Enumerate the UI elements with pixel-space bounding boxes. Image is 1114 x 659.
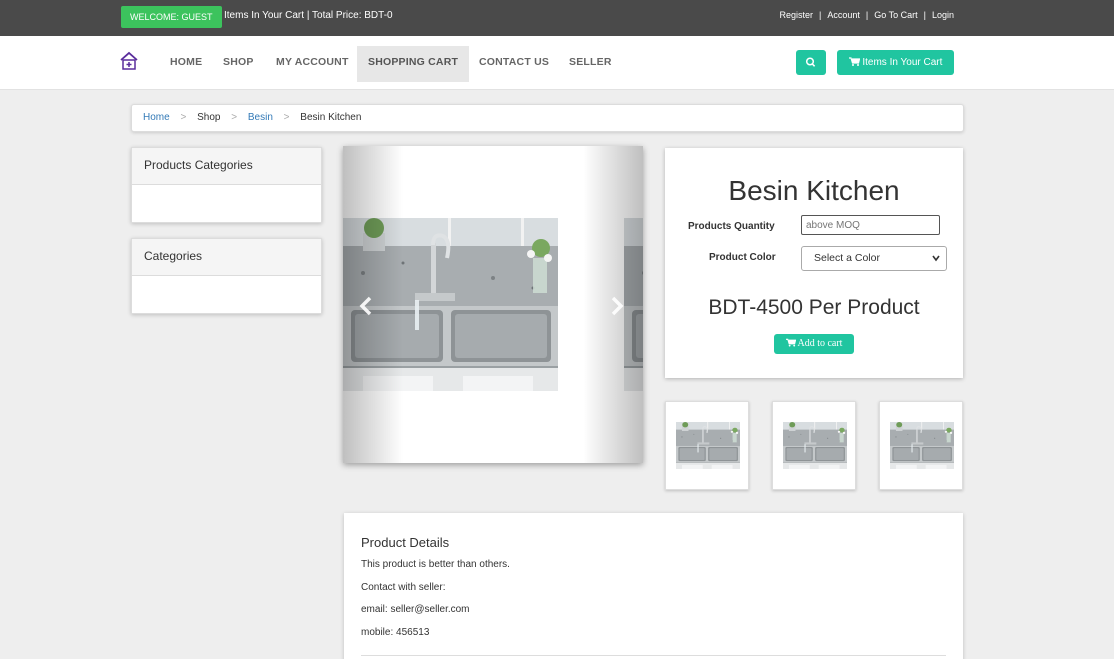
color-select[interactable]: Select a Color bbox=[801, 246, 947, 271]
nav-contact-us[interactable]: CONTACT US bbox=[479, 46, 549, 82]
home-icon[interactable] bbox=[119, 51, 139, 71]
welcome-badge: WELCOME: GUEST bbox=[121, 6, 222, 28]
cart-button[interactable]: Items In Your Cart bbox=[837, 50, 954, 75]
top-bar: WELCOME: GUEST Items In Your Cart | Tota… bbox=[0, 0, 1114, 36]
quantity-input[interactable] bbox=[801, 215, 940, 235]
cart-icon bbox=[785, 338, 798, 349]
product-carousel bbox=[343, 146, 643, 463]
top-link-separator: | bbox=[923, 10, 926, 20]
product-title: Besin Kitchen bbox=[728, 175, 900, 206]
top-link-separator: | bbox=[865, 10, 869, 20]
cart-button-label: Items In Your Cart bbox=[862, 57, 943, 68]
chevron-right-icon[interactable] bbox=[610, 296, 624, 322]
breadcrumb-besin[interactable]: Besin bbox=[248, 112, 273, 123]
details-contact-label: Contact with seller: bbox=[361, 582, 446, 593]
details-mobile: mobile: 456513 bbox=[361, 627, 430, 638]
thumbnail-image bbox=[783, 422, 847, 469]
product-details-panel: Product Details This product is better t… bbox=[344, 513, 963, 659]
main-navbar: HOME SHOP MY ACCOUNT SHOPPING CART CONTA… bbox=[0, 36, 1114, 90]
breadcrumb-separator: > bbox=[283, 112, 290, 123]
breadcrumb: Home > Shop > Besin > Besin Kitchen bbox=[131, 104, 964, 132]
search-icon bbox=[796, 57, 826, 79]
nav-shop[interactable]: SHOP bbox=[223, 46, 254, 82]
carousel-shade-left bbox=[343, 146, 403, 463]
go-to-cart-link[interactable]: Go To Cart bbox=[874, 10, 917, 20]
chevron-down-icon bbox=[931, 247, 941, 279]
thumbnail-image bbox=[676, 422, 740, 469]
breadcrumb-home[interactable]: Home bbox=[143, 112, 170, 123]
product-info-box: Besin Kitchen Products Quantity Product … bbox=[665, 148, 963, 378]
top-link-separator: | bbox=[819, 10, 822, 20]
add-to-cart-label: Add to cart bbox=[797, 338, 843, 349]
color-select-value: Select a Color bbox=[814, 252, 880, 264]
categories-panel: Categories bbox=[131, 238, 322, 314]
add-to-cart-button[interactable]: Add to cart bbox=[774, 334, 854, 354]
breadcrumb-shop[interactable]: Shop bbox=[197, 112, 220, 123]
register-link[interactable]: Register bbox=[780, 10, 814, 20]
quantity-label: Products Quantity bbox=[688, 221, 775, 232]
details-description: This product is better than others. bbox=[361, 559, 510, 570]
breadcrumb-current: Besin Kitchen bbox=[300, 112, 362, 123]
panel-heading: Categories bbox=[132, 239, 321, 276]
product-thumbnail[interactable] bbox=[772, 401, 856, 490]
details-email: email: seller@seller.com bbox=[361, 604, 470, 615]
products-categories-panel: Products Categories bbox=[131, 147, 322, 223]
account-link[interactable]: Account bbox=[827, 10, 860, 20]
panel-heading: Products Categories bbox=[132, 148, 321, 185]
nav-my-account[interactable]: MY ACCOUNT bbox=[276, 46, 349, 82]
product-price: BDT-4500 Per Product bbox=[708, 296, 920, 319]
chevron-left-icon[interactable] bbox=[359, 296, 373, 322]
nav-shopping-cart[interactable]: SHOPPING CART bbox=[357, 46, 470, 82]
cart-icon bbox=[848, 57, 863, 68]
search-button[interactable] bbox=[796, 50, 826, 75]
divider bbox=[361, 655, 946, 656]
login-link[interactable]: Login bbox=[932, 10, 954, 20]
thumbnail-image bbox=[890, 422, 954, 469]
top-links: Register | Account | Go To Cart | Login bbox=[780, 10, 954, 20]
nav-home[interactable]: HOME bbox=[170, 46, 202, 82]
color-label: Product Color bbox=[709, 252, 776, 263]
breadcrumb-separator: > bbox=[180, 112, 187, 123]
nav-seller[interactable]: SELLER bbox=[569, 46, 612, 82]
cart-summary: Items In Your Cart | Total Price: BDT-0 bbox=[224, 10, 393, 21]
breadcrumb-separator: > bbox=[231, 112, 238, 123]
product-thumbnail[interactable] bbox=[665, 401, 749, 490]
product-details-heading: Product Details bbox=[361, 535, 450, 550]
product-thumbnail[interactable] bbox=[879, 401, 963, 490]
